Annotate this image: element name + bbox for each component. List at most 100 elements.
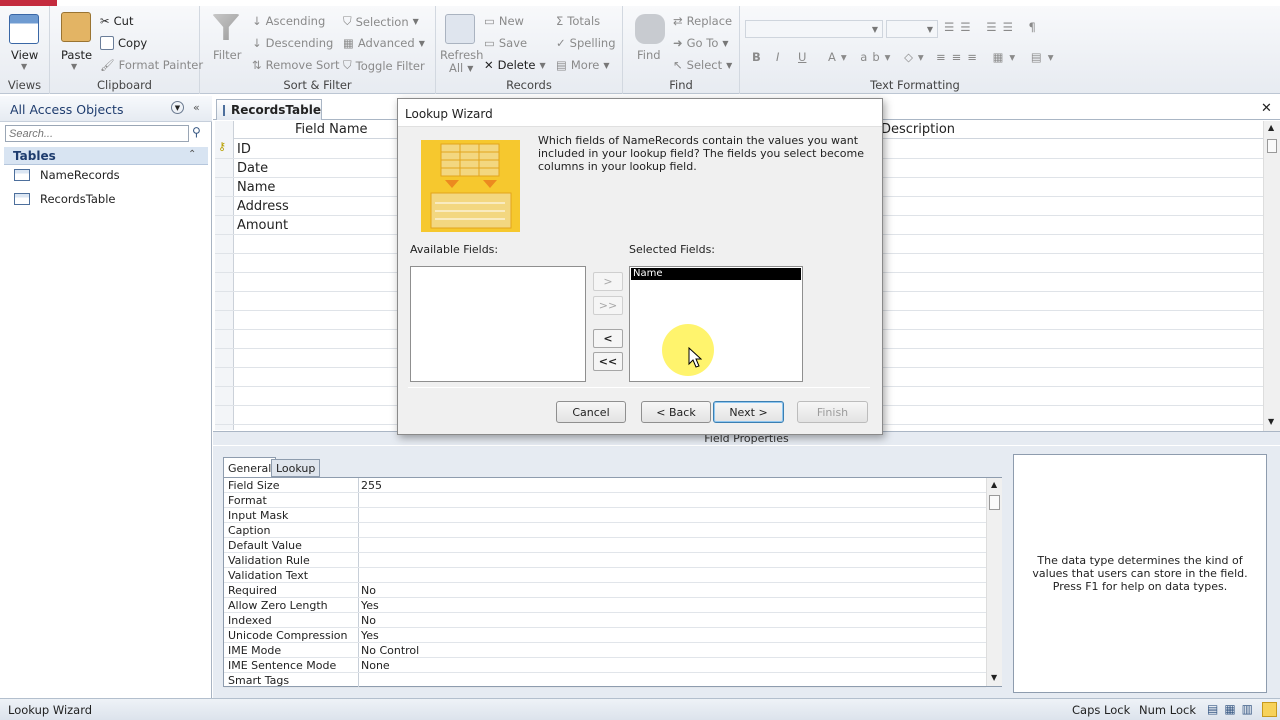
finish-button[interactable]: Finish	[797, 401, 868, 423]
move-one-button[interactable]: >	[593, 272, 623, 291]
field-row-date[interactable]: Date	[237, 161, 268, 176]
remove-sort-button[interactable]: ⇅ Remove Sort	[252, 58, 340, 72]
property-value[interactable]: 255	[361, 479, 382, 492]
scroll-up-icon[interactable]: ▲	[991, 480, 997, 489]
nav-group-tables[interactable]: Tables ⌃	[4, 147, 208, 165]
select-label: Select	[686, 58, 723, 72]
more-button[interactable]: ▤ More ▼	[556, 58, 610, 72]
property-row[interactable]: Indexed No	[224, 613, 986, 628]
nav-item-namerecords[interactable]: NameRecords	[14, 168, 120, 182]
field-row-address[interactable]: Address	[237, 199, 289, 214]
search-icon[interactable]: ⚲	[192, 125, 201, 139]
move-all-button[interactable]: >>	[593, 296, 623, 315]
font-size-combo[interactable]: ▼	[886, 20, 938, 38]
property-row[interactable]: Smart Tags	[224, 673, 986, 688]
property-row[interactable]: Validation Text	[224, 568, 986, 583]
scroll-down-icon[interactable]: ▼	[991, 673, 997, 682]
scroll-thumb[interactable]	[1267, 139, 1277, 153]
spelling-button[interactable]: ✓ Spelling	[556, 36, 616, 50]
totals-button[interactable]: Σ Totals	[556, 14, 600, 28]
toggle-filter-button[interactable]: ⛉ Toggle Filter	[343, 58, 425, 73]
property-value[interactable]: None	[361, 659, 390, 672]
property-row[interactable]: Allow Zero Length Yes	[224, 598, 986, 613]
property-value[interactable]: No	[361, 614, 376, 627]
property-row[interactable]: Caption	[224, 523, 986, 538]
scroll-up-icon[interactable]: ▲	[1268, 123, 1274, 132]
property-value[interactable]: No	[361, 584, 376, 597]
scroll-thumb[interactable]	[989, 495, 1000, 510]
replace-icon: ⇄	[673, 14, 683, 28]
delete-button[interactable]: ✕ Delete ▼	[484, 58, 546, 72]
cut-button[interactable]: ✂ Cut	[100, 14, 133, 28]
italic-button[interactable]: I	[776, 50, 779, 64]
remove-one-button[interactable]: <	[593, 329, 623, 348]
font-size-dropdown-icon: ▼	[926, 25, 933, 34]
advanced-button[interactable]: ▦ Advanced ▼	[343, 36, 425, 50]
selected-fields-list[interactable]: Name	[629, 266, 803, 382]
bold-button[interactable]: B	[752, 50, 761, 64]
property-row[interactable]: Field Size 255	[224, 478, 986, 493]
new-record-button[interactable]: ▭ New	[484, 14, 524, 28]
nav-search-input[interactable]	[5, 125, 189, 142]
font-name-combo[interactable]: ▼	[745, 20, 883, 38]
nav-menu-dropdown-icon[interactable]: ▼	[171, 101, 184, 114]
copy-button[interactable]: Copy	[100, 36, 147, 50]
descending-button[interactable]: ↓ Descending	[252, 36, 333, 50]
design-grid-scrollbar[interactable]: ▲ ▼	[1263, 121, 1280, 431]
refresh-all-label[interactable]: All ▼	[449, 61, 473, 75]
underline-button[interactable]: U	[798, 50, 806, 64]
ascending-button[interactable]: ↓ Ascending	[252, 14, 325, 28]
goto-button[interactable]: ➜ Go To ▼	[673, 36, 729, 50]
list-indent-icons[interactable]: ☰☰ ☰☰ ¶	[944, 20, 1042, 34]
refresh-all-button[interactable]: Refresh	[440, 48, 483, 62]
property-row[interactable]: Unicode Compression Yes	[224, 628, 986, 643]
next-button[interactable]: Next >	[713, 401, 784, 423]
nav-header[interactable]: All Access Objects ▼ «	[0, 96, 212, 122]
format-painter-button[interactable]: 🖌 Format Painter	[100, 58, 203, 72]
field-row-amount[interactable]: Amount	[237, 218, 288, 233]
color-buttons[interactable]: A▾ ab▾ ◇▾	[828, 50, 929, 64]
row-selector-column[interactable]	[215, 121, 234, 430]
property-row[interactable]: Input Mask	[224, 508, 986, 523]
property-row[interactable]: IME Mode No Control	[224, 643, 986, 658]
property-row[interactable]: Required No	[224, 583, 986, 598]
scroll-down-icon[interactable]: ▼	[1268, 417, 1274, 426]
field-row-id[interactable]: ID	[237, 142, 251, 157]
property-name: Field Size	[228, 479, 280, 492]
back-button[interactable]: < Back	[641, 401, 711, 423]
design-view-icon[interactable]	[1262, 702, 1277, 717]
collapse-group-icon[interactable]: ⌃	[188, 149, 196, 160]
property-value[interactable]: No Control	[361, 644, 419, 657]
select-button[interactable]: ↖ Select ▼	[673, 58, 732, 72]
paste-button[interactable]: Paste	[61, 48, 92, 62]
find-button[interactable]: Find	[637, 48, 661, 62]
view-switcher-icons[interactable]: ▤▦▥	[1207, 702, 1259, 716]
selection-button[interactable]: ⛉ Selection ▼	[343, 14, 419, 29]
tab-lookup[interactable]: Lookup	[271, 459, 321, 477]
cancel-button[interactable]: Cancel	[556, 401, 626, 423]
replace-button[interactable]: ⇄ Replace	[673, 14, 732, 28]
property-row[interactable]: Format	[224, 493, 986, 508]
document-tab-recordstable[interactable]: RecordsTable	[216, 99, 322, 120]
alignment-buttons[interactable]: ≡≡≡ ▦▾ ▤▾	[936, 50, 1060, 64]
paste-dropdown-icon[interactable]: ▼	[71, 62, 77, 71]
filter-button[interactable]: Filter	[213, 48, 241, 62]
field-row-name[interactable]: Name	[237, 180, 275, 195]
property-value[interactable]: Yes	[361, 629, 379, 642]
remove-all-button[interactable]: <<	[593, 352, 623, 371]
save-record-button[interactable]: ▭ Save	[484, 36, 527, 50]
sort-descending-icon: ↓	[252, 36, 262, 50]
view-button[interactable]: View	[11, 48, 38, 62]
property-value[interactable]: Yes	[361, 599, 379, 612]
view-dropdown-icon[interactable]: ▼	[21, 62, 27, 71]
selected-field-item[interactable]: Name	[631, 268, 801, 280]
property-row[interactable]: Validation Rule	[224, 553, 986, 568]
nav-item-recordstable[interactable]: RecordsTable	[14, 192, 115, 206]
property-row[interactable]: IME Sentence Mode None	[224, 658, 986, 673]
available-fields-list[interactable]	[410, 266, 586, 382]
property-row[interactable]: Default Value	[224, 538, 986, 553]
tab-general[interactable]: General	[223, 457, 277, 478]
properties-scrollbar[interactable]: ▲ ▼	[986, 478, 1002, 686]
shutter-bar-close-icon[interactable]: «	[193, 101, 200, 114]
close-document-icon[interactable]: ✕	[1261, 101, 1272, 116]
